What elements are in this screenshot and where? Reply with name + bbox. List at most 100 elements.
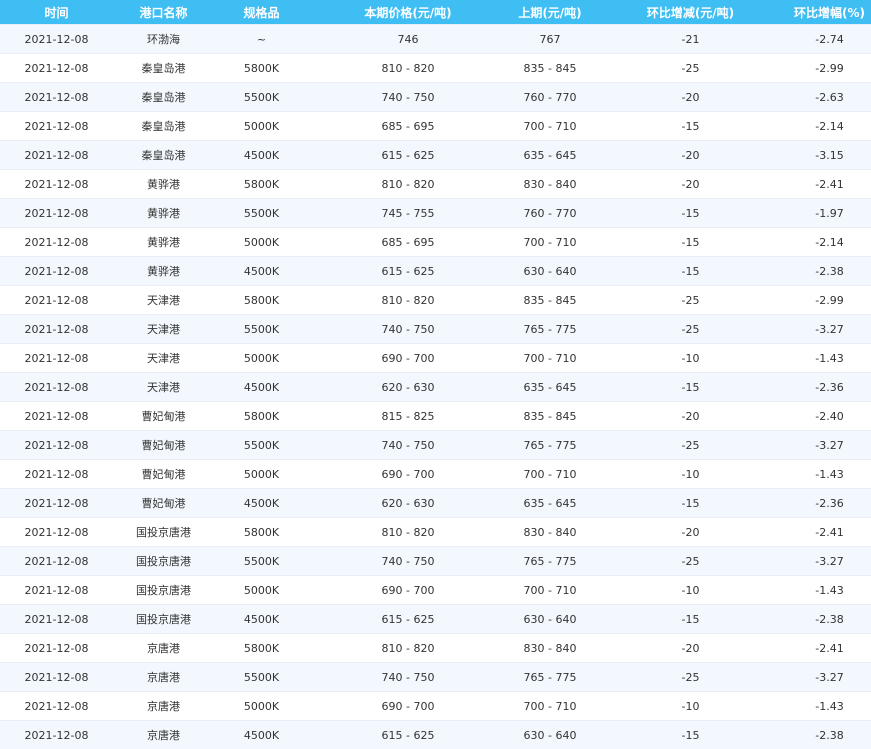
- previous-price-cell: 630 - 640: [507, 257, 593, 286]
- port-cell: 黄骅港: [113, 228, 214, 257]
- change-pct-cell: -2.14: [788, 228, 871, 257]
- current-price-cell: 685 - 695: [309, 228, 507, 257]
- change-cell: -25: [593, 663, 788, 692]
- change-cell: -25: [593, 431, 788, 460]
- date-cell: 2021-12-08: [0, 634, 113, 663]
- grade-cell: 4500K: [214, 721, 309, 749]
- current-price-cell: 690 - 700: [309, 692, 507, 721]
- grade-cell: 5000K: [214, 576, 309, 605]
- change-cell: -20: [593, 83, 788, 112]
- change-pct-cell: -2.41: [788, 170, 871, 199]
- table-header: 时间港口名称规格品本期价格(元/吨)上期(元/吨)环比增减(元/吨)环比增幅(%…: [0, 0, 871, 25]
- change-pct-cell: -3.27: [788, 315, 871, 344]
- grade-cell: 4500K: [214, 373, 309, 402]
- change-cell: -20: [593, 518, 788, 547]
- column-header: 环比增减(元/吨): [593, 0, 788, 25]
- current-price-cell: 740 - 750: [309, 431, 507, 460]
- grade-cell: ~: [214, 25, 309, 54]
- grade-cell: 5500K: [214, 663, 309, 692]
- change-pct-cell: -3.27: [788, 431, 871, 460]
- grade-cell: 5000K: [214, 344, 309, 373]
- change-pct-cell: -2.38: [788, 721, 871, 749]
- change-pct-cell: -1.97: [788, 199, 871, 228]
- date-cell: 2021-12-08: [0, 518, 113, 547]
- table-row: 2021-12-08黄骅港5500K745 - 755760 - 770-15-…: [0, 199, 871, 228]
- change-pct-cell: -2.99: [788, 286, 871, 315]
- port-cell: 京唐港: [113, 634, 214, 663]
- change-cell: -15: [593, 228, 788, 257]
- change-pct-cell: -1.43: [788, 344, 871, 373]
- change-cell: -15: [593, 199, 788, 228]
- current-price-cell: 740 - 750: [309, 83, 507, 112]
- current-price-cell: 746: [309, 25, 507, 54]
- current-price-cell: 815 - 825: [309, 402, 507, 431]
- change-cell: -15: [593, 721, 788, 749]
- current-price-cell: 740 - 750: [309, 547, 507, 576]
- current-price-cell: 615 - 625: [309, 605, 507, 634]
- change-pct-cell: -1.43: [788, 576, 871, 605]
- previous-price-cell: 765 - 775: [507, 663, 593, 692]
- change-cell: -20: [593, 402, 788, 431]
- change-pct-cell: -2.36: [788, 373, 871, 402]
- grade-cell: 4500K: [214, 257, 309, 286]
- table-row: 2021-12-08曹妃甸港5800K815 - 825835 - 845-20…: [0, 402, 871, 431]
- column-header: 时间: [0, 0, 113, 25]
- table-row: 2021-12-08京唐港5000K690 - 700700 - 710-10-…: [0, 692, 871, 721]
- current-price-cell: 810 - 820: [309, 634, 507, 663]
- previous-price-cell: 835 - 845: [507, 54, 593, 83]
- table-row: 2021-12-08天津港5800K810 - 820835 - 845-25-…: [0, 286, 871, 315]
- previous-price-cell: 630 - 640: [507, 721, 593, 749]
- previous-price-cell: 765 - 775: [507, 431, 593, 460]
- grade-cell: 5800K: [214, 518, 309, 547]
- change-cell: -20: [593, 634, 788, 663]
- current-price-cell: 615 - 625: [309, 721, 507, 749]
- current-price-cell: 810 - 820: [309, 170, 507, 199]
- price-table: 时间港口名称规格品本期价格(元/吨)上期(元/吨)环比增减(元/吨)环比增幅(%…: [0, 0, 871, 749]
- date-cell: 2021-12-08: [0, 25, 113, 54]
- change-pct-cell: -1.43: [788, 692, 871, 721]
- date-cell: 2021-12-08: [0, 605, 113, 634]
- current-price-cell: 615 - 625: [309, 141, 507, 170]
- port-cell: 秦皇岛港: [113, 54, 214, 83]
- grade-cell: 5800K: [214, 402, 309, 431]
- table-row: 2021-12-08天津港4500K620 - 630635 - 645-15-…: [0, 373, 871, 402]
- table-row: 2021-12-08天津港5500K740 - 750765 - 775-25-…: [0, 315, 871, 344]
- date-cell: 2021-12-08: [0, 460, 113, 489]
- table-row: 2021-12-08国投京唐港5800K810 - 820830 - 840-2…: [0, 518, 871, 547]
- current-price-cell: 690 - 700: [309, 576, 507, 605]
- current-price-cell: 740 - 750: [309, 315, 507, 344]
- grade-cell: 5500K: [214, 199, 309, 228]
- date-cell: 2021-12-08: [0, 547, 113, 576]
- port-cell: 京唐港: [113, 663, 214, 692]
- date-cell: 2021-12-08: [0, 692, 113, 721]
- change-pct-cell: -2.99: [788, 54, 871, 83]
- previous-price-cell: 700 - 710: [507, 112, 593, 141]
- previous-price-cell: 830 - 840: [507, 634, 593, 663]
- current-price-cell: 615 - 625: [309, 257, 507, 286]
- column-header: 规格品: [214, 0, 309, 25]
- table-row: 2021-12-08环渤海~746767-21-2.74: [0, 25, 871, 54]
- port-cell: 曹妃甸港: [113, 431, 214, 460]
- table-body: 2021-12-08环渤海~746767-21-2.742021-12-08秦皇…: [0, 25, 871, 749]
- port-cell: 曹妃甸港: [113, 402, 214, 431]
- previous-price-cell: 635 - 645: [507, 373, 593, 402]
- port-cell: 天津港: [113, 315, 214, 344]
- port-cell: 黄骅港: [113, 170, 214, 199]
- table-row: 2021-12-08国投京唐港5000K690 - 700700 - 710-1…: [0, 576, 871, 605]
- port-cell: 黄骅港: [113, 257, 214, 286]
- current-price-cell: 685 - 695: [309, 112, 507, 141]
- current-price-cell: 690 - 700: [309, 344, 507, 373]
- previous-price-cell: 700 - 710: [507, 576, 593, 605]
- table-row: 2021-12-08黄骅港4500K615 - 625630 - 640-15-…: [0, 257, 871, 286]
- date-cell: 2021-12-08: [0, 431, 113, 460]
- change-pct-cell: -3.27: [788, 547, 871, 576]
- previous-price-cell: 830 - 840: [507, 518, 593, 547]
- date-cell: 2021-12-08: [0, 170, 113, 199]
- change-cell: -10: [593, 576, 788, 605]
- change-cell: -25: [593, 286, 788, 315]
- previous-price-cell: 835 - 845: [507, 286, 593, 315]
- port-cell: 秦皇岛港: [113, 112, 214, 141]
- port-cell: 曹妃甸港: [113, 489, 214, 518]
- grade-cell: 4500K: [214, 605, 309, 634]
- date-cell: 2021-12-08: [0, 663, 113, 692]
